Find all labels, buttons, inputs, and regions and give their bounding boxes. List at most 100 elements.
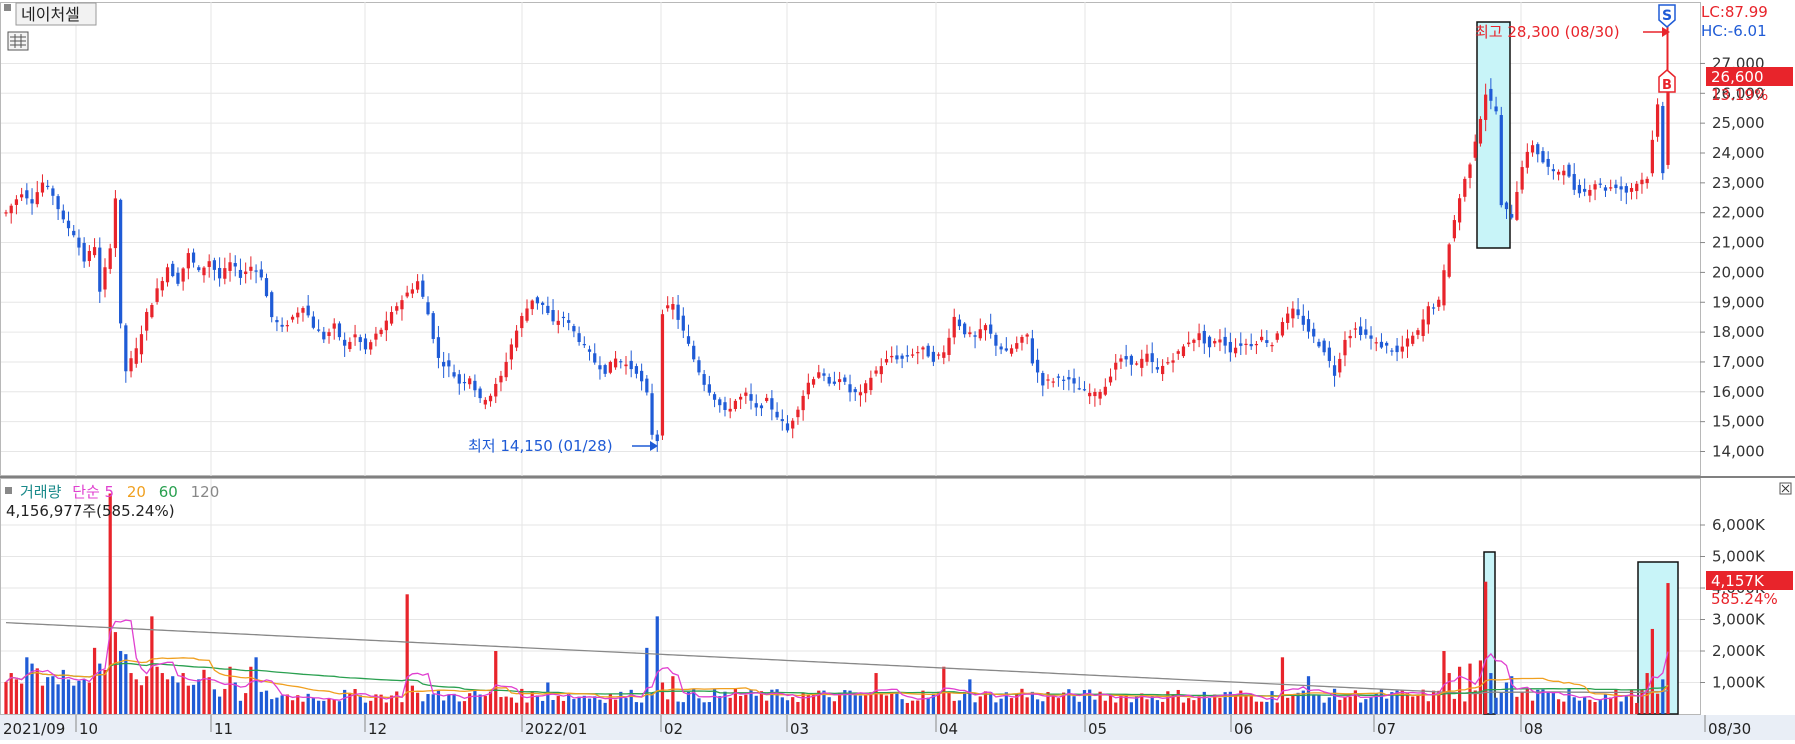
candle-body xyxy=(1536,144,1540,155)
candle-body xyxy=(1296,309,1300,316)
candle-body xyxy=(421,280,425,297)
volume-bar xyxy=(442,700,446,714)
volume-bar xyxy=(82,679,86,714)
candle-body xyxy=(613,358,618,368)
x-tick-label: 02 xyxy=(664,720,683,738)
volume-bar xyxy=(1322,702,1326,714)
volume-bar xyxy=(744,694,748,714)
volume-bar xyxy=(1520,691,1524,714)
volume-bar xyxy=(1119,695,1123,714)
volume-bar xyxy=(827,697,831,714)
candle-body xyxy=(765,397,769,401)
volume-bar xyxy=(765,700,769,714)
volume-bar xyxy=(72,685,76,714)
candle-body xyxy=(1411,335,1415,344)
volume-bar xyxy=(1530,700,1535,714)
candle-body xyxy=(119,199,123,324)
volume-bar xyxy=(1265,701,1269,714)
volume-bar xyxy=(535,695,540,714)
price-tick-label: 16,000 xyxy=(1712,383,1765,401)
candle-body xyxy=(1218,339,1222,343)
volume-bar xyxy=(905,702,909,714)
candle-body xyxy=(389,312,394,324)
candle-body xyxy=(1562,170,1566,176)
candle-body xyxy=(1556,171,1561,175)
candle-body xyxy=(603,365,607,374)
high-annotation: 최고 28,300 (08/30) xyxy=(1475,23,1620,41)
volume-bar xyxy=(1442,651,1446,714)
candle-body xyxy=(327,332,331,336)
candle-body xyxy=(728,408,732,412)
candle-body xyxy=(1577,184,1582,194)
candle-body xyxy=(1317,341,1321,347)
candle-body xyxy=(462,381,467,384)
candle-body xyxy=(343,339,347,346)
volume-bar xyxy=(1197,696,1201,714)
volume-menu-icon[interactable] xyxy=(5,487,12,494)
candle-body xyxy=(780,419,784,422)
volume-bar xyxy=(259,691,263,714)
volume-bar xyxy=(363,702,368,714)
candle-body xyxy=(358,337,362,343)
table-icon[interactable] xyxy=(7,31,29,51)
volume-bar xyxy=(395,691,399,714)
chart-window: 14,000 15,000 16,000 17,000 18,000 19,000 20,0… xyxy=(0,0,1795,740)
candle-body xyxy=(733,400,738,409)
x-tick-label: 2021/09 xyxy=(3,720,65,738)
volume-bar xyxy=(483,696,487,714)
volume-bar xyxy=(46,677,50,714)
candle-body xyxy=(1609,187,1613,189)
candle-body xyxy=(306,305,310,316)
legend-ma20: 20 xyxy=(127,483,146,501)
volume-bar xyxy=(14,679,19,714)
candle-body xyxy=(165,267,170,283)
volume-bar xyxy=(1009,698,1014,714)
candle-body xyxy=(1280,322,1285,336)
stock-label[interactable]: 네이처셀 xyxy=(21,5,80,24)
candle-body xyxy=(108,248,112,269)
volume-bar xyxy=(202,669,206,714)
candle-body xyxy=(1572,174,1576,190)
volume-bar xyxy=(186,685,190,714)
volume-bar xyxy=(1650,628,1654,714)
candle-body xyxy=(275,320,279,323)
current-change: 13.19% xyxy=(1711,86,1768,104)
candle-body xyxy=(202,267,206,276)
candle-body xyxy=(509,344,513,360)
legend-ma120: 120 xyxy=(191,483,220,501)
candle-body xyxy=(1004,348,1008,351)
volume-bar xyxy=(436,689,441,714)
candle-body xyxy=(905,355,909,357)
candle-body xyxy=(1088,392,1092,397)
candle-body xyxy=(233,263,237,267)
volume-bar xyxy=(421,701,425,714)
candle-body xyxy=(1650,139,1654,174)
volume-bar xyxy=(35,668,39,714)
volume-bar xyxy=(1572,697,1576,714)
candle-body xyxy=(1478,118,1483,144)
candle-body xyxy=(223,268,227,279)
x-tick-label: 05 xyxy=(1088,720,1107,738)
candle-body xyxy=(832,381,837,384)
candle-body xyxy=(660,314,665,436)
x-tick-label: 07 xyxy=(1377,720,1396,738)
close-panel-icon[interactable] xyxy=(1779,482,1792,495)
volume-bar xyxy=(280,695,284,714)
candle-body xyxy=(749,394,753,401)
candle-body xyxy=(1515,191,1519,220)
candle-body xyxy=(947,337,951,355)
candle-body xyxy=(1504,202,1509,210)
volume-bar xyxy=(1145,699,1149,714)
volume-bar xyxy=(1129,702,1133,714)
candle-body xyxy=(410,289,414,294)
candle-body xyxy=(629,360,633,370)
candle-body xyxy=(264,278,269,297)
buy-marker-label: B xyxy=(1662,78,1672,93)
volume-bar xyxy=(832,701,837,714)
candle-body xyxy=(1588,189,1592,196)
x-tick-label: 11 xyxy=(214,720,233,738)
menu-square-icon[interactable] xyxy=(4,4,11,11)
candle-body xyxy=(447,360,451,367)
candle-body xyxy=(1192,339,1196,343)
volume-bar xyxy=(254,657,258,714)
